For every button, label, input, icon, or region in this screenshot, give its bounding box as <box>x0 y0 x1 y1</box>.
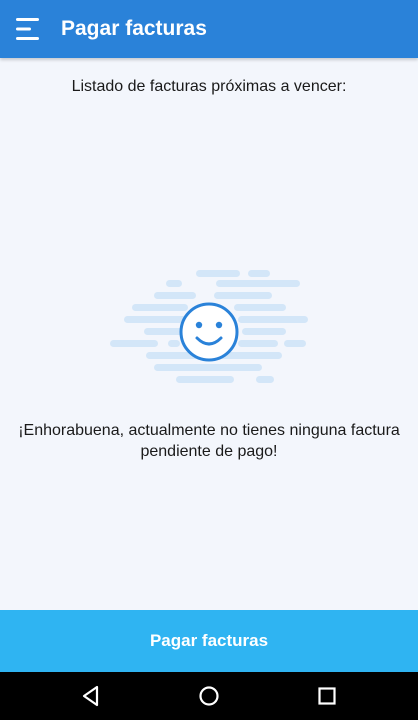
invoice-list-area: Listado de facturas próximas a vencer: ¡… <box>0 58 418 610</box>
back-icon <box>79 684 103 708</box>
recents-icon <box>315 684 339 708</box>
pay-invoices-label: Pagar facturas <box>149 631 269 650</box>
app-bar: Pagar facturas <box>0 0 418 58</box>
system-nav-bar <box>0 672 418 720</box>
list-heading: Listado de facturas próximas a vencer: <box>71 78 347 95</box>
pay-invoices-button[interactable]: Pagar facturas <box>0 610 418 672</box>
menu-icon <box>10 11 46 47</box>
home-button[interactable] <box>197 684 221 708</box>
menu-button[interactable] <box>10 11 46 47</box>
home-icon <box>197 684 221 708</box>
page-title: Pagar facturas <box>61 17 207 40</box>
empty-state-illustration <box>108 268 310 394</box>
back-button[interactable] <box>79 684 103 708</box>
smiley-face-icon <box>179 302 239 362</box>
recents-button[interactable] <box>315 684 339 708</box>
empty-state-message: ¡Enhorabuena, actualmente no tienes ning… <box>18 422 400 460</box>
